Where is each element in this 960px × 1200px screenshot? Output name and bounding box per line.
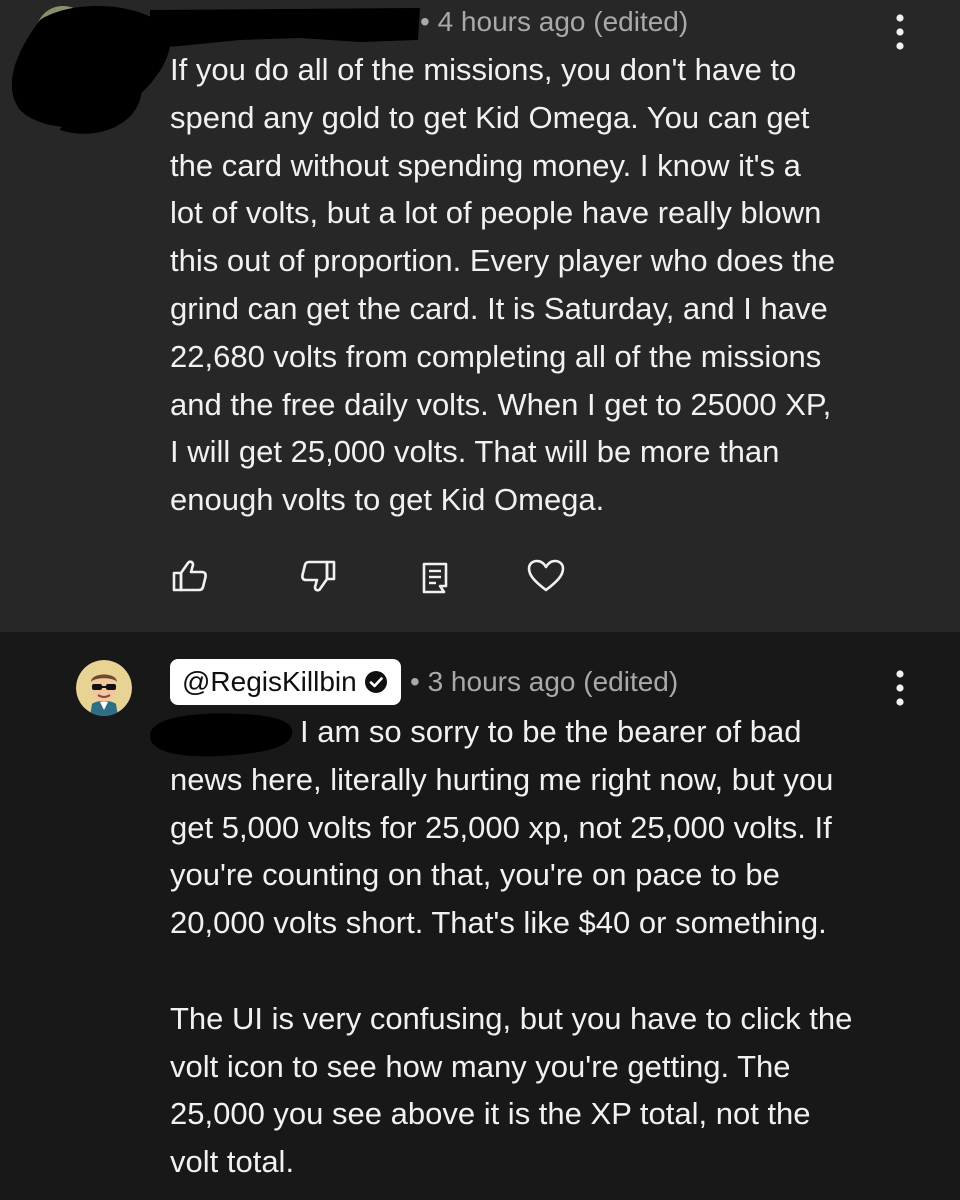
comment-meta: • 4 hours ago (edited) [420, 6, 689, 37]
comment-body: If you do all of the missions, you don't… [170, 52, 836, 518]
like-icon[interactable] [170, 556, 210, 596]
more-vert-icon[interactable] [888, 668, 912, 708]
author-handle[interactable]: @RegisKillbin [170, 659, 401, 705]
comment-meta: • 3 hours ago (edited) [410, 666, 679, 697]
heart-icon[interactable] [526, 556, 566, 596]
avatar[interactable] [76, 660, 132, 716]
verified-check-icon [364, 671, 387, 693]
reply-icon[interactable] [414, 556, 454, 596]
comment-body: I am so sorry to be the bearer of bad ne… [170, 714, 853, 1180]
dislike-icon[interactable] [298, 556, 338, 596]
comment-card: • 4 hours ago (edited) If you do all of … [0, 0, 960, 632]
author-handle-label: @RegisKillbin [182, 666, 357, 697]
